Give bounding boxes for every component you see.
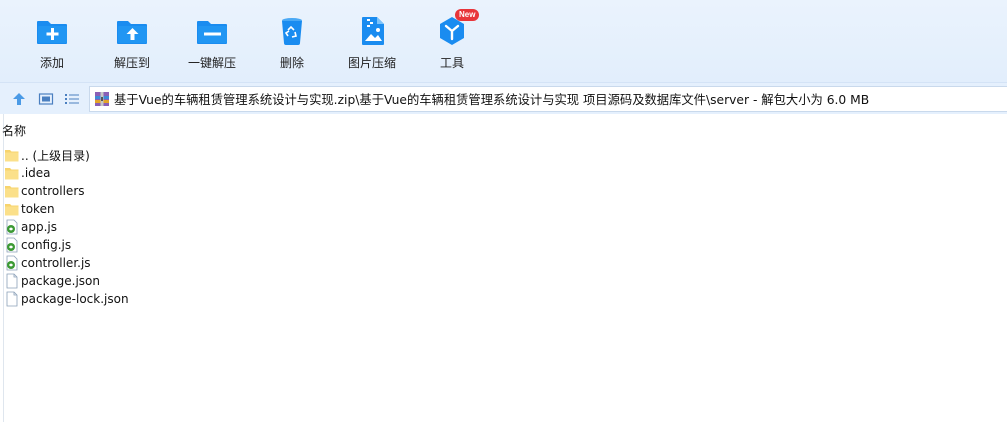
column-header-name[interactable]: 名称 — [0, 122, 26, 140]
list-item-controller-js[interactable]: controller.js — [4, 254, 91, 272]
list-view-icon[interactable] — [64, 91, 80, 107]
extract-to-label: 解压到 — [113, 56, 150, 70]
js-file-icon — [4, 219, 20, 235]
item-name: controllers — [21, 184, 85, 198]
up-arrow-icon[interactable] — [11, 91, 27, 107]
item-name: package-lock.json — [21, 292, 129, 306]
delete-button[interactable]: 删除 — [256, 14, 328, 74]
delete-label: 删除 — [279, 56, 304, 70]
list-item-config-js[interactable]: config.js — [4, 236, 71, 254]
extract-to-button[interactable]: 解压到 — [96, 14, 168, 74]
one-click-folder-icon — [195, 14, 229, 48]
item-name: token — [21, 202, 55, 216]
address-row: 基于Vue的车辆租赁管理系统设计与实现.zip\基于Vue的车辆租赁管理系统设计… — [0, 82, 1007, 114]
list-item-token[interactable]: token — [4, 200, 55, 218]
folder-icon — [4, 201, 20, 217]
add-label: 添加 — [39, 56, 64, 70]
tools-button[interactable]: New 工具 — [416, 9, 488, 74]
archive-path: 基于Vue的车辆租赁管理系统设计与实现.zip\基于Vue的车辆租赁管理系统设计… — [114, 93, 870, 107]
archive-icon — [94, 91, 110, 107]
folder-icon — [4, 183, 20, 199]
list-item-app-js[interactable]: app.js — [4, 218, 57, 236]
item-name: controller.js — [21, 256, 91, 270]
list-item-package-json[interactable]: package.json — [4, 272, 100, 290]
folder-icon — [4, 165, 20, 181]
item-name: config.js — [21, 238, 72, 252]
item-name: .. (上级目录) — [21, 148, 90, 163]
list-item-package-lock-json[interactable]: package-lock.json — [4, 290, 129, 308]
item-name: app.js — [21, 220, 57, 234]
new-badge: New — [455, 9, 480, 21]
image-compress-label: 图片压缩 — [347, 56, 396, 70]
js-file-icon — [4, 237, 20, 253]
add-button[interactable]: 添加 — [16, 14, 88, 74]
image-compress-button[interactable]: 图片压缩 — [336, 14, 408, 74]
one-click-extract-label: 一键解压 — [187, 56, 236, 70]
list-item-idea[interactable]: .idea — [4, 164, 51, 182]
file-icon — [4, 291, 20, 307]
item-name: package.json — [21, 274, 101, 288]
list-item-controllers[interactable]: controllers — [4, 182, 85, 200]
list-item-parent[interactable]: .. (上级目录) — [4, 146, 90, 164]
add-folder-icon — [35, 14, 69, 48]
file-icon — [4, 273, 20, 289]
item-name: .idea — [21, 166, 51, 180]
recycle-bin-icon — [275, 14, 309, 48]
one-click-extract-button[interactable]: 一键解压 — [176, 14, 248, 74]
address-bar[interactable]: 基于Vue的车辆租赁管理系统设计与实现.zip\基于Vue的车辆租赁管理系统设计… — [89, 86, 1007, 112]
file-list: 名称 .. (上级目录) .idea controllers token app… — [0, 114, 1007, 422]
tools-label: 工具 — [439, 56, 464, 70]
js-file-icon — [4, 255, 20, 271]
thumbnail-view-icon[interactable] — [38, 91, 54, 107]
toolbar: 添加 解压到 一键解压 删除 图片压缩 New 工具 — [0, 0, 1007, 82]
extract-folder-icon — [115, 14, 149, 48]
tools-cube-icon: New — [435, 9, 480, 48]
image-compress-icon — [355, 14, 389, 48]
folder-icon — [4, 147, 20, 163]
